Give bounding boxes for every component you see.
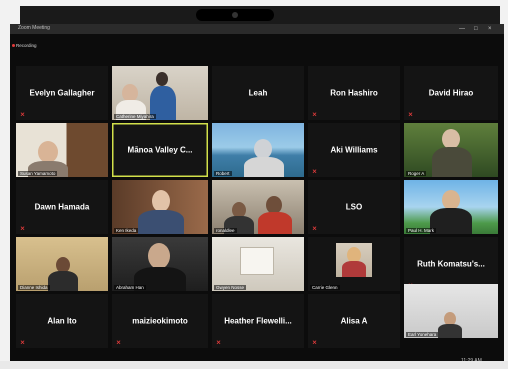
participant-name: maizieokimoto (132, 316, 188, 326)
mic-muted-icon: ⨯ (312, 226, 318, 232)
participant-video-tile[interactable]: Paul H. Mark (404, 180, 498, 234)
mic-muted-icon: ⨯ (312, 340, 318, 346)
participant-name: Ron Hashiro (330, 88, 378, 98)
participant-video-tile[interactable]: Carrie Glenn (308, 237, 400, 291)
participant-tile[interactable]: Heather Flewelli... ⨯ (212, 294, 304, 348)
participant-video-tile[interactable]: Gwyen Nosse (212, 237, 304, 291)
participant-name-label: Earl Yonehara (406, 332, 439, 337)
participant-video-tile[interactable]: Abraham Han (112, 237, 208, 291)
participant-video-tile[interactable]: Earl Yonehara (404, 284, 498, 338)
participant-name-label: Dianne Ishida (18, 285, 50, 290)
recording-dot-icon (12, 44, 15, 47)
participant-name: Aki Williams (330, 145, 378, 155)
recording-indicator[interactable]: Recording (16, 43, 37, 48)
participant-name-label: Abraham Han (114, 285, 146, 290)
participant-name-label: Catherine Miyahira (114, 114, 156, 119)
close-button[interactable]: × (488, 24, 492, 34)
participant-name-label: Ken Ikeda (114, 228, 139, 233)
participant-name-label: Robert (214, 171, 232, 176)
participant-video-tile[interactable]: Robert (212, 123, 304, 177)
photo-bottom-margin (0, 361, 508, 369)
participant-video-tile[interactable]: Ken Ikeda (112, 180, 208, 234)
participant-name-label: Roger A (406, 171, 427, 176)
participant-name-label: Gwyen Nosse (214, 285, 247, 290)
participant-name: Heather Flewelli... (224, 316, 292, 326)
participant-name-label: Carrie Glenn (310, 285, 340, 290)
participant-tile[interactable]: maizieokimoto ⨯ (112, 294, 208, 348)
participant-name-label: Susan Yamamoto (18, 171, 58, 176)
participant-name: Leah (248, 88, 268, 98)
participant-name: Mānoa Valley C... (127, 145, 193, 155)
participant-name: LSO (345, 202, 363, 212)
participant-name: Evelyn Gallagher (29, 88, 95, 98)
mic-muted-icon: ⨯ (312, 169, 318, 175)
participant-tile[interactable]: LSO ⨯ (308, 180, 400, 234)
participant-tile[interactable]: Aki Williams ⨯ (308, 123, 400, 177)
participant-video-tile[interactable]: Susan Yamamoto (16, 123, 108, 177)
window-title: Zoom Meeting (18, 25, 50, 31)
title-bar: Zoom Meeting — □ × (10, 24, 504, 34)
maximize-button[interactable]: □ (474, 24, 478, 34)
participant-tile[interactable]: Ruth Komatsu's... ⨯ (404, 237, 498, 291)
participant-tile[interactable]: Alisa A ⨯ (308, 294, 400, 348)
minimize-button[interactable]: — (459, 24, 465, 34)
participant-tile[interactable]: Dawn Hamada ⨯ (16, 180, 108, 234)
mic-muted-icon: ⨯ (20, 340, 26, 346)
participant-video-tile[interactable]: Catherine Miyahira (112, 66, 208, 120)
mic-muted-icon: ⨯ (20, 112, 26, 118)
participant-name: Alisa A (340, 316, 368, 326)
participant-tile[interactable]: David Hirao ⨯ (404, 66, 498, 120)
mic-muted-icon: ⨯ (20, 226, 26, 232)
participant-tile[interactable]: Leah (212, 66, 304, 120)
participant-name: Alan Ito (47, 316, 77, 326)
participant-name: Dawn Hamada (34, 202, 90, 212)
mic-muted-icon: ⨯ (116, 340, 122, 346)
participant-name: Ruth Komatsu's... (417, 259, 485, 269)
participant-tile[interactable]: Evelyn Gallagher ⨯ (16, 66, 108, 120)
participant-video-tile[interactable]: ronaldlee (212, 180, 304, 234)
mic-muted-icon: ⨯ (312, 112, 318, 118)
webcam-lens-icon (232, 12, 238, 18)
mic-muted-icon: ⨯ (408, 112, 414, 118)
participant-video-tile[interactable]: Dianne Ishida (16, 237, 108, 291)
participant-tile[interactable]: Alan Ito ⨯ (16, 294, 108, 348)
participant-name-label: Paul H. Mark (406, 228, 437, 233)
participant-video-tile[interactable]: Roger A (404, 123, 498, 177)
participant-tile-active-speaker[interactable]: Mānoa Valley C... (112, 123, 208, 177)
mic-muted-icon: ⨯ (216, 340, 222, 346)
participant-name-label: ronaldlee (214, 228, 237, 233)
participant-tile[interactable]: Ron Hashiro ⨯ (308, 66, 400, 120)
participant-name: David Hirao (428, 88, 474, 98)
zoom-window: Zoom Meeting — □ × Recording Evelyn Gall… (10, 24, 504, 367)
